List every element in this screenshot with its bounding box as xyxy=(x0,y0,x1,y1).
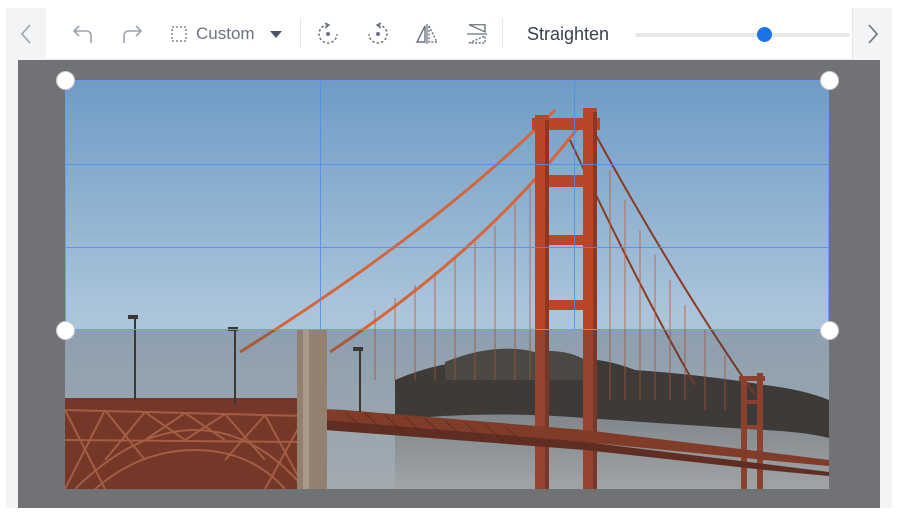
outside-crop-overlay xyxy=(65,330,829,489)
crop-area[interactable] xyxy=(56,71,839,340)
chevron-right-icon xyxy=(867,24,878,44)
caret-down-icon xyxy=(269,31,282,38)
flip-horizontal-icon xyxy=(415,24,439,44)
redo-button[interactable] xyxy=(115,8,149,60)
straighten-label: Straighten xyxy=(527,23,610,44)
crop-handle-top-left[interactable] xyxy=(56,71,75,90)
straighten-slider-thumb[interactable] xyxy=(757,27,772,42)
crop-handle-bottom-right[interactable] xyxy=(820,321,839,340)
crop-toolbar: Custom Straighten xyxy=(6,8,892,60)
next-button[interactable] xyxy=(852,8,892,60)
crop-handle-top-right[interactable] xyxy=(820,71,839,90)
rotate-left-button[interactable] xyxy=(310,8,346,60)
flip-horizontal-button[interactable] xyxy=(409,8,445,60)
grid-line xyxy=(574,81,575,329)
redo-icon xyxy=(123,25,143,43)
aspect-ratio-label: Custom xyxy=(196,24,255,43)
previous-button[interactable] xyxy=(6,8,46,60)
flip-vertical-button[interactable] xyxy=(459,8,495,60)
toolbar-divider xyxy=(502,18,503,48)
rotate-right-icon xyxy=(368,22,388,44)
chevron-left-icon xyxy=(20,24,31,44)
grid-line xyxy=(66,247,828,248)
grid-line xyxy=(66,164,828,165)
undo-button[interactable] xyxy=(66,8,100,60)
grid-line xyxy=(320,81,321,329)
toolbar-divider xyxy=(300,18,301,48)
rotate-right-button[interactable] xyxy=(360,8,396,60)
scroll-strip xyxy=(880,60,892,508)
image-canvas[interactable] xyxy=(18,60,880,508)
flip-vertical-icon xyxy=(467,24,487,44)
photo-editor: Custom Straighten xyxy=(6,8,892,508)
dashed-square-icon xyxy=(171,26,187,42)
rotate-left-icon xyxy=(318,22,338,44)
undo-icon xyxy=(72,25,92,43)
crop-handle-bottom-left[interactable] xyxy=(56,321,75,340)
straighten-slider-track[interactable] xyxy=(635,33,850,37)
aspect-ratio-dropdown[interactable]: Custom xyxy=(170,8,290,60)
